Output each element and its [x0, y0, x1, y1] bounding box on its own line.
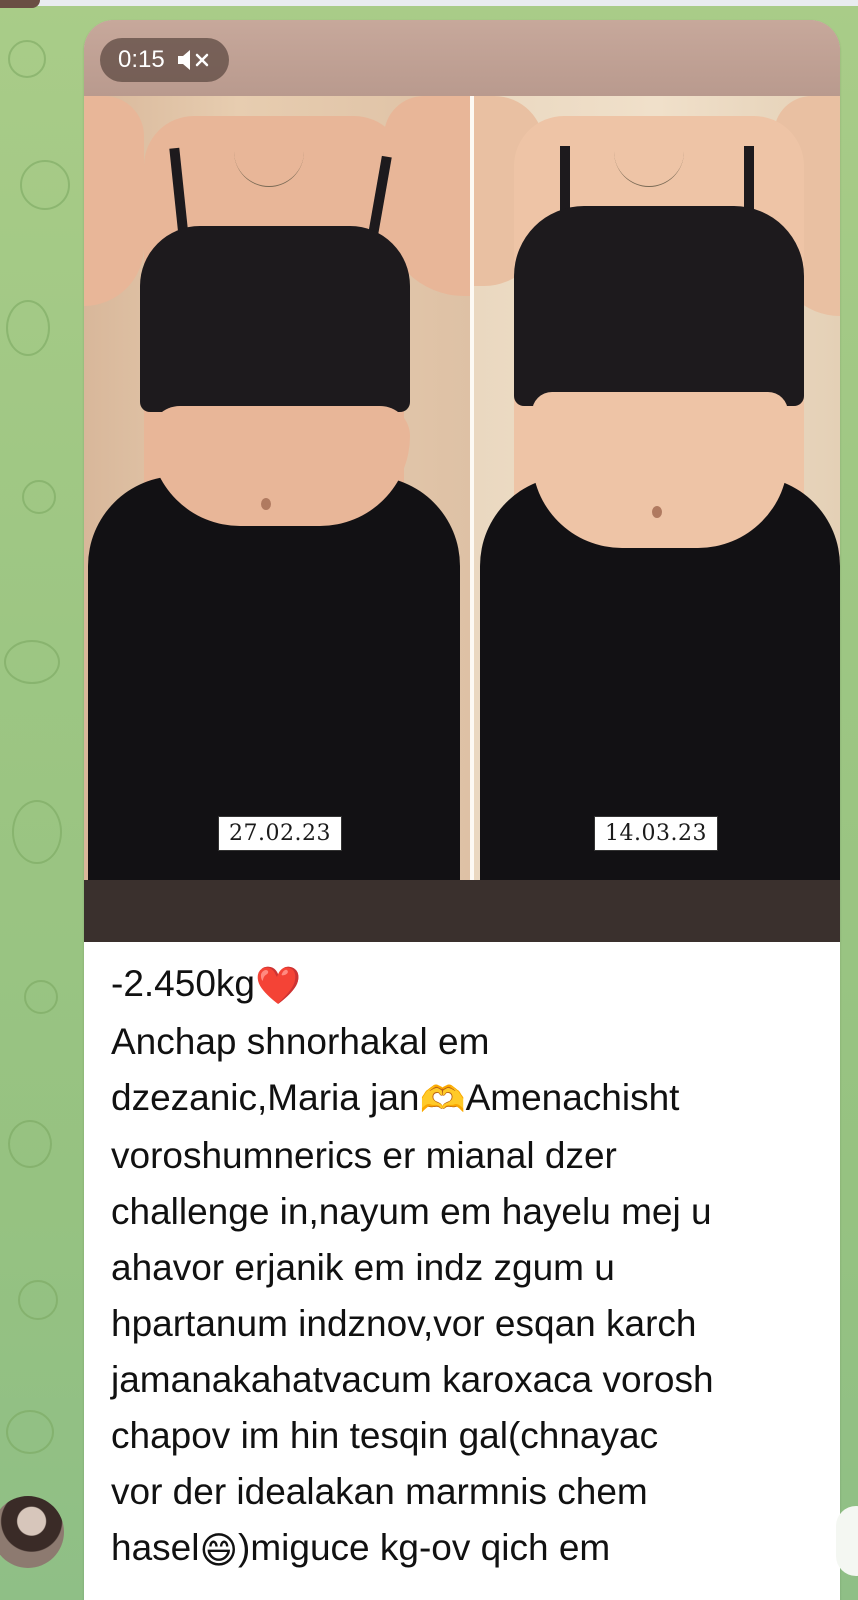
necklace [234, 116, 304, 187]
caption-line: -2.450kg❤️ [111, 956, 821, 1014]
scroll-to-bottom-button[interactable] [836, 1506, 858, 1576]
video-attachment[interactable]: 27.02.23 14.03.23 0:15 [84, 20, 840, 942]
arm [84, 96, 144, 306]
before-date-label: 27.02.23 [218, 816, 342, 851]
after-photo: 14.03.23 [474, 96, 840, 880]
pattern-doodle [8, 1120, 52, 1168]
navel [652, 506, 662, 518]
pattern-doodle [24, 980, 58, 1014]
caption-line: challenge in,nayum em hayelu mej u [111, 1191, 712, 1233]
video-duration: 0:15 [118, 46, 165, 73]
message-caption: -2.450kg❤️ Anchap shnorhakal em dzezanic… [111, 956, 821, 1579]
pattern-doodle [6, 1410, 54, 1454]
navel [261, 498, 271, 510]
caption-line: hasel😄)miguce kg-ov qich em [111, 1520, 821, 1578]
grinning-face-emoji: 😄 [199, 1529, 239, 1571]
caption-line: hpartanum indznov,vor esqan karch [111, 1303, 697, 1345]
after-date-label: 14.03.23 [594, 816, 718, 851]
caption-line: chapov im hin tesqin gal(chnayac [111, 1415, 659, 1457]
video-duration-badge[interactable]: 0:15 [100, 38, 229, 82]
sports-bra [140, 226, 410, 412]
caption-line: dzezanic,Maria jan🫶Amenachisht [111, 1070, 821, 1128]
caption-line: jamanakahatvacum karoxaca vorosh [111, 1359, 714, 1401]
before-photo: 27.02.23 [84, 96, 470, 880]
caption-line: vor der idealakan marmnis chem [111, 1471, 648, 1513]
pattern-doodle [20, 160, 70, 210]
pattern-doodle [18, 1280, 58, 1320]
caption-line: Anchap shnorhakal em [111, 1021, 490, 1063]
red-heart-emoji: ❤️ [255, 965, 302, 1007]
message-bubble[interactable]: 27.02.23 14.03.23 0:15 -2.450kg❤️ Anchap… [84, 20, 840, 1600]
top-status-strip [0, 0, 858, 6]
pattern-doodle [4, 640, 60, 684]
caption-line: voroshumnerics er mianal dzer [111, 1135, 617, 1177]
heart-hands-emoji: 🫶 [419, 1079, 466, 1121]
necklace [614, 116, 684, 187]
video-bottom-band [84, 880, 840, 942]
speaker-muted-icon[interactable] [175, 48, 213, 72]
previous-avatar-edge [0, 0, 40, 8]
belly [532, 392, 788, 548]
pattern-doodle [22, 480, 56, 514]
belly [150, 406, 410, 526]
caption-line: ahavor erjanik em indz zgum u [111, 1247, 615, 1289]
chat-background: 27.02.23 14.03.23 0:15 -2.450kg❤️ Anchap… [0, 0, 858, 1600]
sports-bra [514, 206, 804, 406]
pattern-doodle [6, 300, 50, 356]
sender-avatar[interactable] [0, 1496, 64, 1568]
pattern-doodle [8, 40, 46, 78]
pattern-doodle [12, 800, 62, 864]
